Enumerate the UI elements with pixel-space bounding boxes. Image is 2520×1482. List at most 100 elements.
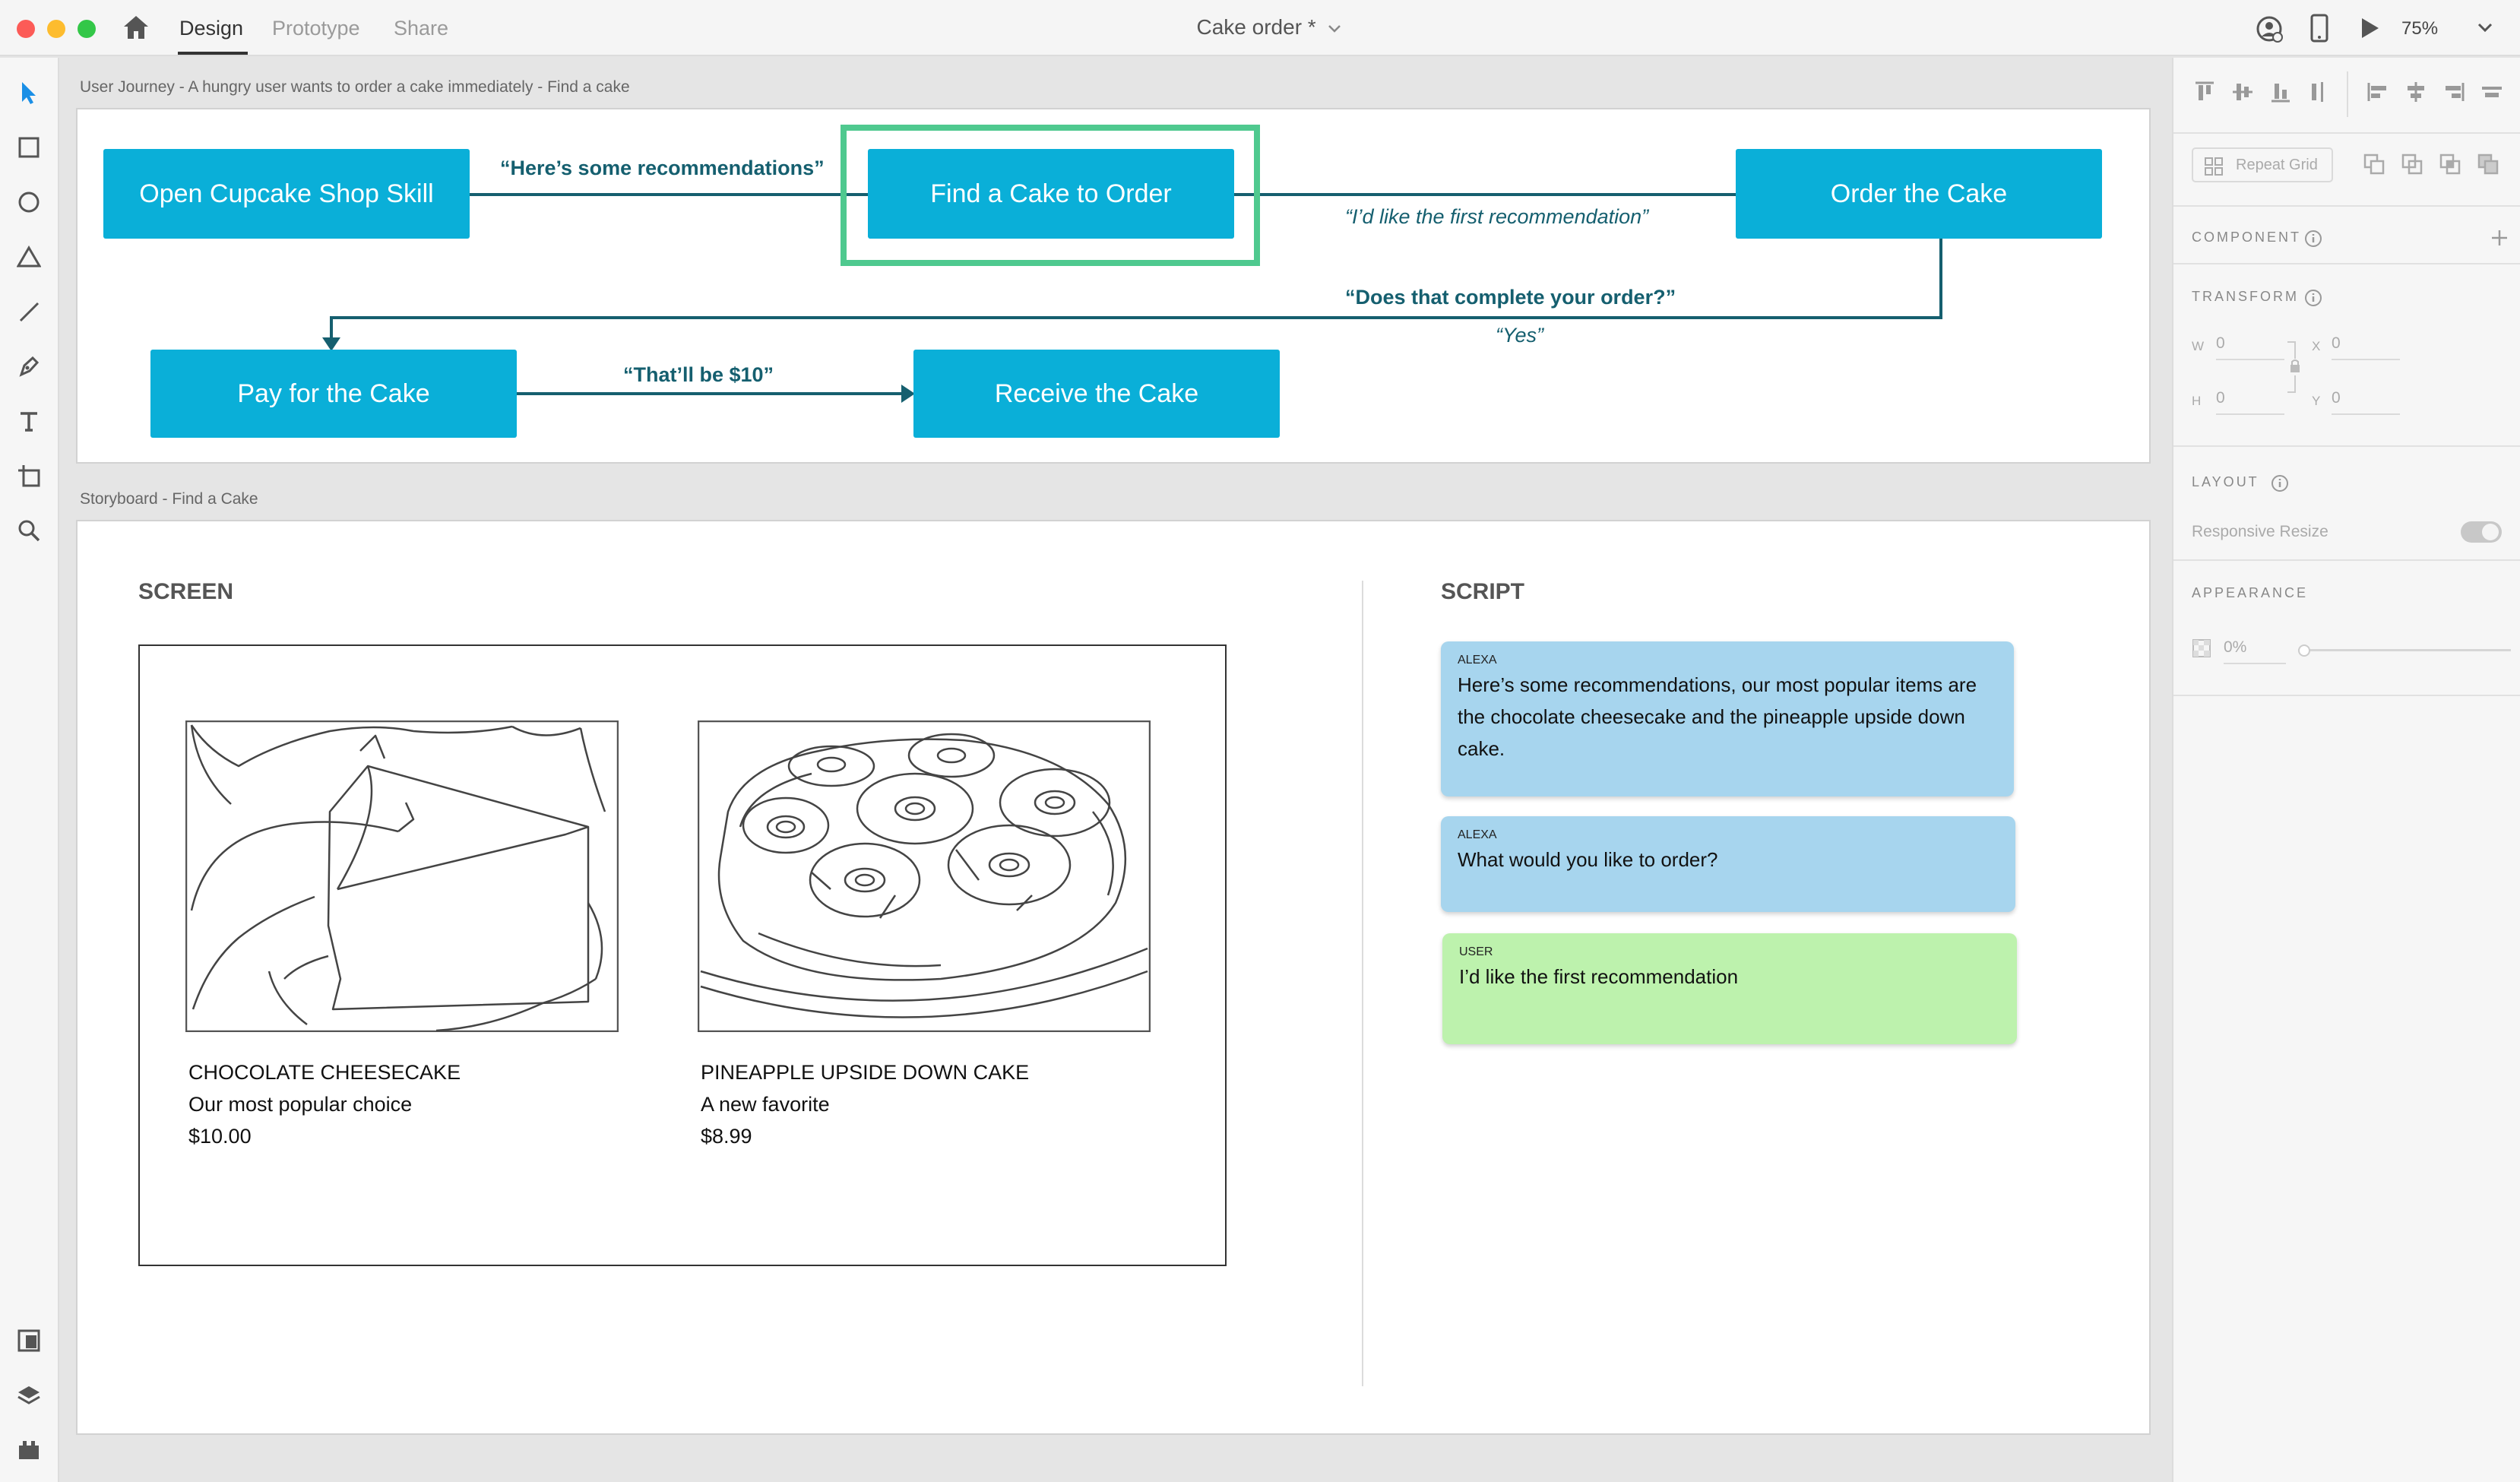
maximize-window-button[interactable] xyxy=(78,20,96,38)
connector-open-to-find xyxy=(470,185,882,204)
layers-icon xyxy=(17,1386,40,1404)
journey-step-label: Order the Cake xyxy=(1830,179,2008,208)
align-center-icon[interactable] xyxy=(2404,81,2427,103)
cake-card-pineapple[interactable]: PINEAPPLE UPSIDE DOWN CAKE A new favorit… xyxy=(701,1056,1029,1152)
plugins-icon xyxy=(19,1441,39,1459)
boolean-subtract-icon[interactable] xyxy=(2401,154,2424,176)
arrow-label-recommendations: “Here’s some recommendations” xyxy=(500,157,825,179)
align-left-icon[interactable] xyxy=(2366,81,2389,103)
artboard-tool[interactable] xyxy=(11,458,47,494)
component-heading: COMPONENT xyxy=(2192,230,2301,245)
opacity-field[interactable]: 0% xyxy=(2224,638,2246,657)
zoom-icon xyxy=(18,520,40,542)
journey-step-pay-cake[interactable]: Pay for the Cake xyxy=(150,350,517,438)
text-icon xyxy=(21,412,37,432)
y-label: Y xyxy=(2312,394,2321,408)
journey-step-label: Find a Cake to Order xyxy=(930,179,1172,208)
script-message: Here’s some recommendations, our most po… xyxy=(1458,673,1977,760)
height-field[interactable]: 0 xyxy=(2216,389,2225,407)
ellipse-tool[interactable] xyxy=(11,184,47,220)
artboard-storyboard[interactable]: SCREEN SCRIPT CHOCOLATE CHEESECAKE Our m… xyxy=(76,520,2151,1435)
artboard-label-storyboard[interactable]: Storyboard - Find a Cake xyxy=(80,490,258,508)
responsive-resize-label: Responsive Resize xyxy=(2192,523,2328,540)
artboard-label-user-journey[interactable]: User Journey - A hungry user wants to or… xyxy=(80,78,630,97)
width-field[interactable]: 0 xyxy=(2216,334,2225,353)
x-label: X xyxy=(2312,339,2321,353)
cake-card-chocolate[interactable]: CHOCOLATE CHEESECAKE Our most popular ch… xyxy=(188,1056,461,1152)
zoom-level[interactable]: 75% xyxy=(2401,18,2438,40)
journey-step-order-cake[interactable]: Order the Cake xyxy=(1736,149,2102,239)
script-bubble-alexa-2[interactable]: ALEXA What would you like to order? xyxy=(1441,816,2015,912)
close-window-button[interactable] xyxy=(17,20,35,38)
minimize-window-button[interactable] xyxy=(47,20,65,38)
select-tool[interactable] xyxy=(11,74,47,111)
appearance-section: APPEARANCE 0% xyxy=(2173,561,2520,696)
chevron-down-icon[interactable] xyxy=(2477,23,2493,33)
tab-design[interactable]: Design xyxy=(179,17,243,40)
speaker-label: ALEXA xyxy=(1458,828,1497,841)
layout-section: LAYOUT Responsive Resize xyxy=(2173,447,2520,561)
arrow-label-price: “That’ll be $10” xyxy=(623,363,774,386)
pineapple-cake-illustration xyxy=(698,720,1151,1032)
assets-panel-button[interactable] xyxy=(11,1322,47,1359)
line-tool[interactable] xyxy=(11,293,47,330)
speaker-label: USER xyxy=(1459,945,1493,958)
opacity-field-underline xyxy=(2224,663,2286,664)
opacity-slider-handle[interactable] xyxy=(2298,644,2310,657)
repeat-grid-button[interactable]: Repeat Grid xyxy=(2192,147,2333,182)
y-field[interactable]: 0 xyxy=(2332,389,2341,407)
journey-step-receive-cake[interactable]: Receive the Cake xyxy=(913,350,1280,438)
home-icon[interactable] xyxy=(122,14,150,41)
cake-price: $10.00 xyxy=(188,1125,252,1148)
boolean-exclude-icon[interactable] xyxy=(2477,154,2500,176)
distribute-vertical-icon[interactable] xyxy=(2307,81,2330,103)
width-label: W xyxy=(2192,339,2205,353)
script-bubble-alexa-1[interactable]: ALEXA Here’s some recommendations, our m… xyxy=(1441,641,2014,796)
polygon-tool[interactable] xyxy=(11,239,47,275)
boolean-intersect-icon[interactable] xyxy=(2439,154,2462,176)
play-icon[interactable] xyxy=(2359,17,2380,40)
info-icon[interactable] xyxy=(2304,289,2322,307)
responsive-resize-toggle[interactable] xyxy=(2461,521,2502,543)
artboard-user-journey[interactable]: Open Cupcake Shop Skill Find a Cake to O… xyxy=(76,108,2151,464)
x-field[interactable]: 0 xyxy=(2332,334,2341,353)
opacity-icon xyxy=(2192,639,2211,657)
script-bubble-user[interactable]: USER I’d like the first recommendation xyxy=(1442,933,2017,1044)
opacity-slider[interactable] xyxy=(2298,644,2511,657)
device-icon[interactable] xyxy=(2309,14,2330,44)
lock-aspect-icon[interactable] xyxy=(2286,340,2301,394)
align-middle-icon[interactable] xyxy=(2231,81,2254,103)
zoom-tool[interactable] xyxy=(11,512,47,549)
rectangle-tool[interactable] xyxy=(11,129,47,166)
boolean-add-icon[interactable] xyxy=(2363,154,2386,176)
journey-step-find-cake[interactable]: Find a Cake to Order xyxy=(868,149,1234,239)
screen-mockup[interactable]: CHOCOLATE CHEESECAKE Our most popular ch… xyxy=(138,644,1227,1266)
arrow-label-first-recommendation: “I’d like the first recommendation” xyxy=(1345,205,1649,228)
tab-share[interactable]: Share xyxy=(394,17,448,40)
arrow-label-yes: “Yes” xyxy=(1496,324,1544,347)
align-right-icon[interactable] xyxy=(2442,81,2465,103)
transform-section: TRANSFORM W 0 X 0 H 0 Y 0 xyxy=(2173,264,2520,447)
align-top-icon[interactable] xyxy=(2193,81,2216,103)
user-icon[interactable] xyxy=(2256,15,2283,43)
pen-tool[interactable] xyxy=(11,348,47,385)
line-icon xyxy=(19,302,40,322)
layers-panel-button[interactable] xyxy=(11,1377,47,1414)
appearance-heading: APPEARANCE xyxy=(2192,585,2309,600)
info-icon[interactable] xyxy=(2304,230,2322,248)
pen-icon xyxy=(19,356,40,377)
add-component-icon[interactable] xyxy=(2490,228,2509,248)
text-tool[interactable] xyxy=(11,403,47,439)
tool-bar xyxy=(0,58,59,1482)
document-title[interactable]: Cake order * xyxy=(1155,15,1383,40)
height-field-underline xyxy=(2216,413,2284,415)
speaker-label: ALEXA xyxy=(1458,654,1497,667)
distribute-horizontal-icon[interactable] xyxy=(2480,81,2503,103)
align-bottom-icon[interactable] xyxy=(2269,81,2292,103)
chevron-down-icon[interactable] xyxy=(1328,24,1341,33)
journey-step-open-skill[interactable]: Open Cupcake Shop Skill xyxy=(103,149,470,239)
tab-prototype[interactable]: Prototype xyxy=(272,17,360,40)
info-icon[interactable] xyxy=(2271,474,2289,492)
script-message: What would you like to order? xyxy=(1458,848,1718,871)
plugins-panel-button[interactable] xyxy=(11,1432,47,1468)
